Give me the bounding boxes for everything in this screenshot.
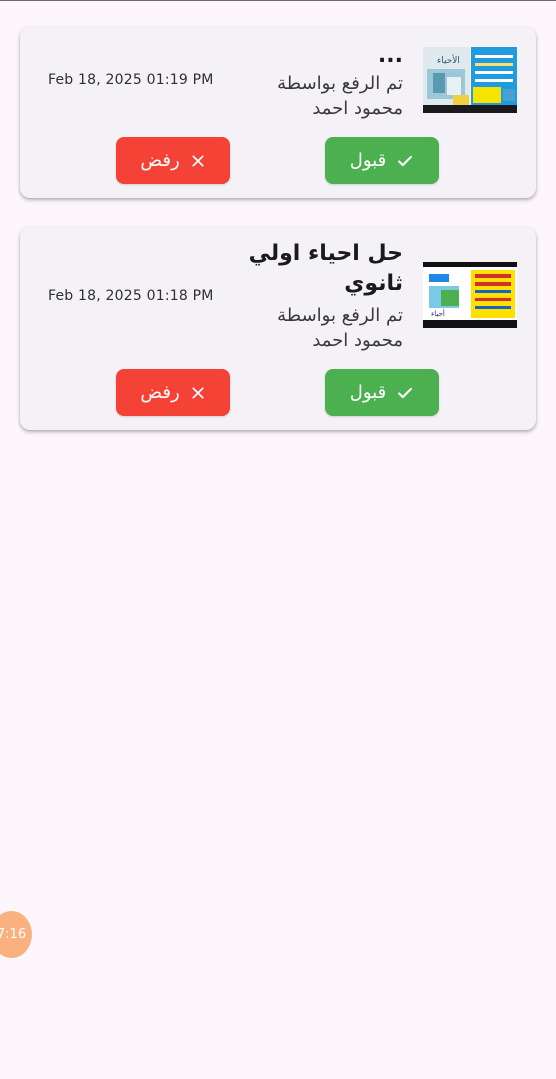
accept-label: قبول: [349, 382, 387, 403]
uploader-line: تم الرفع بواسطة: [277, 73, 403, 94]
floating-timer-badge[interactable]: 7:16: [0, 911, 32, 958]
book-title: ...: [377, 43, 403, 68]
uploader-name: محمود احمد: [312, 330, 403, 351]
close-icon: [190, 153, 206, 169]
check-icon: [396, 152, 414, 170]
thumb-text: الأحياء: [437, 54, 460, 66]
reject-button[interactable]: رفض: [116, 369, 230, 416]
book-title-line: حل احياء اولي: [248, 241, 403, 266]
close-icon: [190, 385, 206, 401]
check-icon: [396, 384, 414, 402]
thumb-text: أحياء: [431, 309, 445, 318]
book-thumbnail[interactable]: الأحياء: [423, 47, 517, 113]
uploader-name: محمود احمد: [312, 98, 403, 119]
accept-label: قبول: [349, 150, 387, 171]
uploader-info: تم الرفع بواسطة محمود احمد: [203, 71, 403, 121]
uploader-line: تم الرفع بواسطة: [277, 305, 403, 326]
uploader-info: تم الرفع بواسطة محمود احمد: [203, 303, 403, 353]
reject-label: رفض: [140, 382, 180, 403]
book-title-line: ثانوي: [344, 271, 403, 296]
approval-card: الأحياء ... تم الرفع بواسطة محمود احمد F…: [20, 27, 536, 198]
accept-button[interactable]: قبول: [325, 137, 439, 184]
approval-card: أحياء حل احياء اولي ثانوي تم الرفع بواسط…: [20, 227, 536, 430]
book-thumbnail[interactable]: أحياء: [423, 262, 517, 328]
reject-button[interactable]: رفض: [116, 137, 230, 184]
upload-date: Feb 18, 2025 01:19 PM: [48, 72, 214, 88]
reject-label: رفض: [140, 150, 180, 171]
upload-date: Feb 18, 2025 01:18 PM: [48, 288, 214, 304]
book-title: حل احياء اولي ثانوي: [233, 239, 403, 299]
top-divider: [0, 0, 556, 1]
accept-button[interactable]: قبول: [325, 369, 439, 416]
